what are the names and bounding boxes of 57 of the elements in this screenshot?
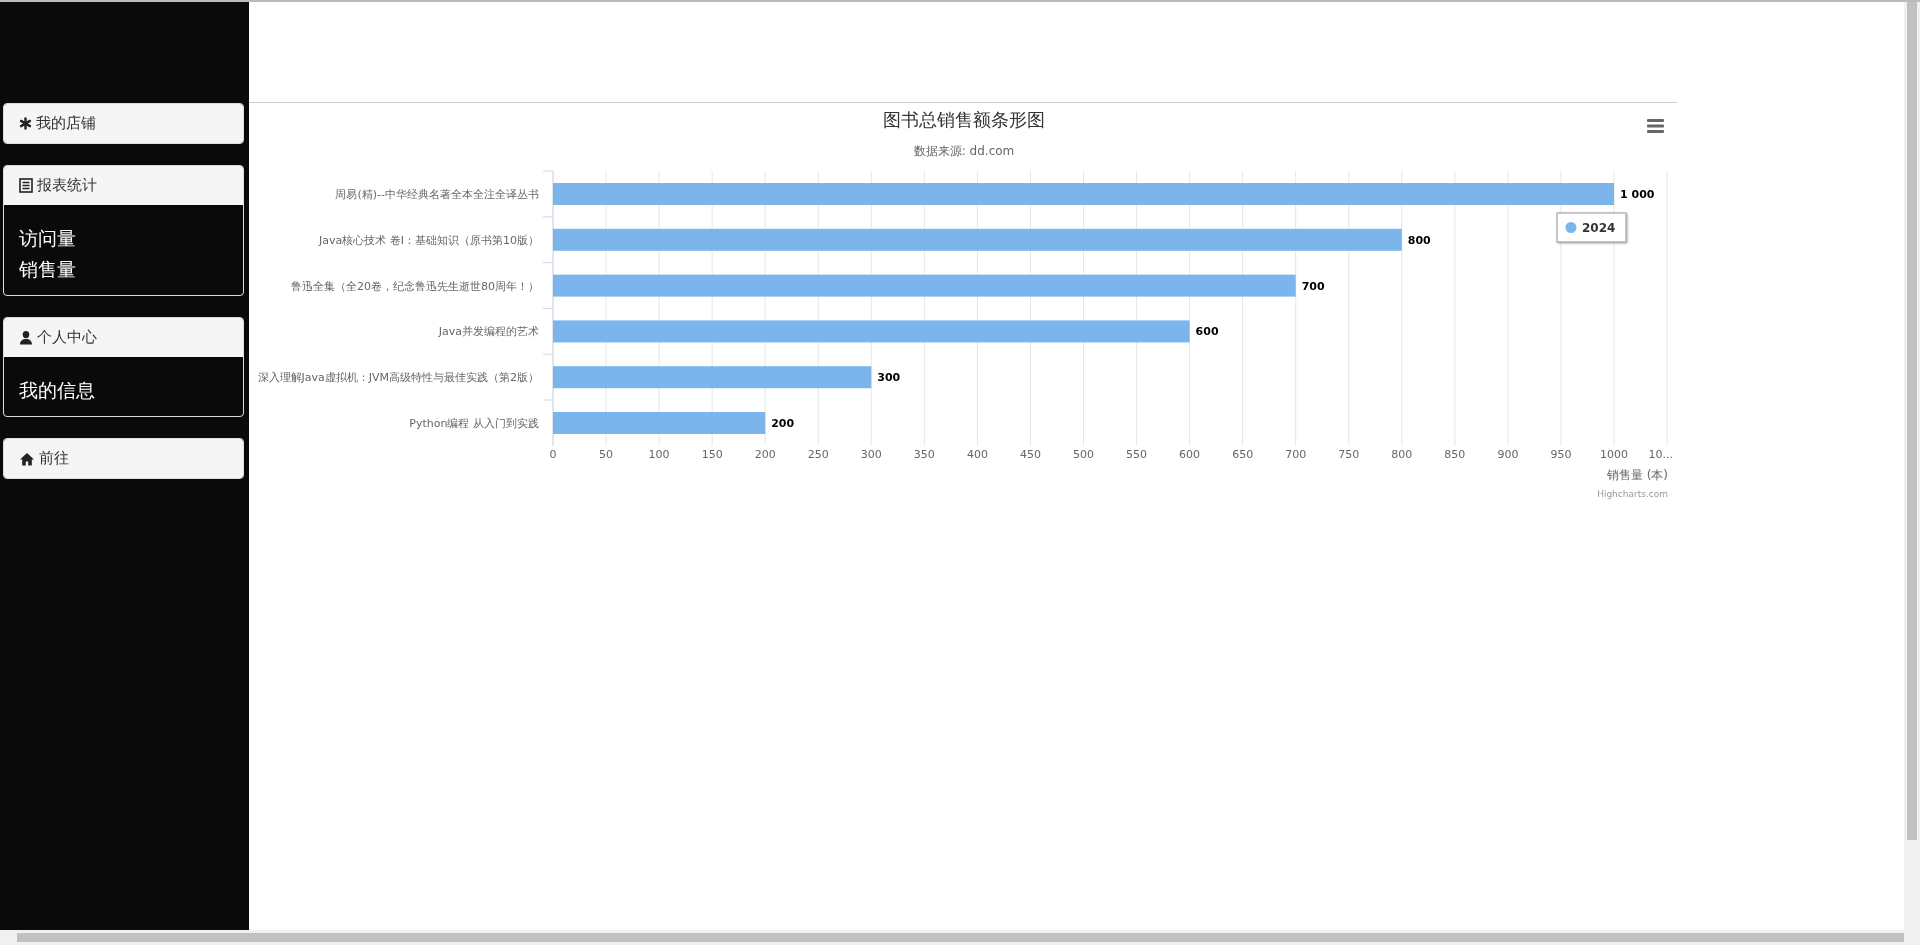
axis-label: 350 (913, 448, 935, 461)
sidebar-link[interactable]: 我的信息 (19, 377, 95, 404)
panel-title: 报表统计 (37, 176, 97, 195)
data-label: 1 000 (1620, 187, 1655, 201)
axis-label: 200 (754, 448, 776, 461)
axis-label: 0 (549, 448, 557, 461)
panel-title: 我的店铺 (36, 114, 96, 133)
axis-label: 300 (860, 448, 882, 461)
axis-label: 100 (648, 448, 670, 461)
panel-header[interactable]: 报表统计 (4, 166, 243, 205)
legend-item[interactable]: 2024 (1556, 212, 1627, 243)
axis-label: 700 (1285, 448, 1307, 461)
axis-label: 800 (1391, 448, 1413, 461)
asterisk-icon (19, 117, 32, 130)
axis-title: 销售量 (本) (1606, 468, 1668, 482)
axis-label: 周易(精)--中华经典名著全本全注全译丛书 (335, 187, 539, 201)
panel-title: 前往 (39, 449, 69, 468)
sidebar-link[interactable]: 销售量 (19, 256, 76, 283)
user-icon (19, 330, 33, 345)
axis-label: 400 (966, 448, 988, 461)
chart-subtitle: 数据来源: dd.com (913, 144, 1015, 158)
data-label: 200 (771, 416, 795, 430)
panel-header[interactable]: 前往 (4, 439, 243, 478)
data-label: 600 (1195, 325, 1219, 339)
axis-label: 深入理解Java虚拟机：JVM高级特性与最佳实践（第2版） (257, 371, 539, 385)
scrollbar[interactable] (0, 930, 1920, 945)
chart-title: 图书总销售额条形图 (883, 109, 1045, 130)
panel-header[interactable]: 我的店铺 (4, 104, 243, 143)
axis-label: 1000 (1600, 448, 1628, 461)
axis-label: 150 (701, 448, 723, 461)
panel-header[interactable]: 个人中心 (4, 318, 243, 357)
axis-label: Java核心技术 卷I：基础知识（原书第10版） (319, 233, 539, 247)
data-label: 700 (1301, 279, 1325, 293)
axis-label: 600 (1179, 448, 1201, 461)
axis-label: 450 (1019, 448, 1041, 461)
axis-label: 50 (599, 448, 614, 461)
panel-title: 个人中心 (37, 328, 97, 347)
data-label: 800 (1407, 233, 1431, 247)
axis-label: Python编程 从入门到实践 (409, 416, 539, 430)
axis-label: 550 (1126, 448, 1148, 461)
axis-label: 鲁迅全集（全20卷，纪念鲁迅先生逝世80周年！） (291, 279, 539, 293)
sidebar-link[interactable]: 访问量 (19, 225, 76, 252)
data-label: 300 (877, 371, 901, 385)
list-icon (19, 178, 33, 193)
axis-label: 650 (1232, 448, 1254, 461)
scrollbar[interactable] (1904, 2, 1920, 930)
home-icon (19, 451, 35, 466)
axis-label: 850 (1444, 448, 1466, 461)
axis-label: 10... (1648, 448, 1674, 461)
axis-label: 750 (1338, 448, 1360, 461)
legend-label: 2024 (1582, 221, 1616, 235)
axis-label: 900 (1497, 448, 1519, 461)
axis-label: 950 (1550, 448, 1572, 461)
menu-icon[interactable] (1647, 119, 1664, 133)
axis-label: 250 (807, 448, 829, 461)
axis-label: 500 (1073, 448, 1094, 461)
axis-label: Java并发编程的艺术 (438, 325, 539, 339)
